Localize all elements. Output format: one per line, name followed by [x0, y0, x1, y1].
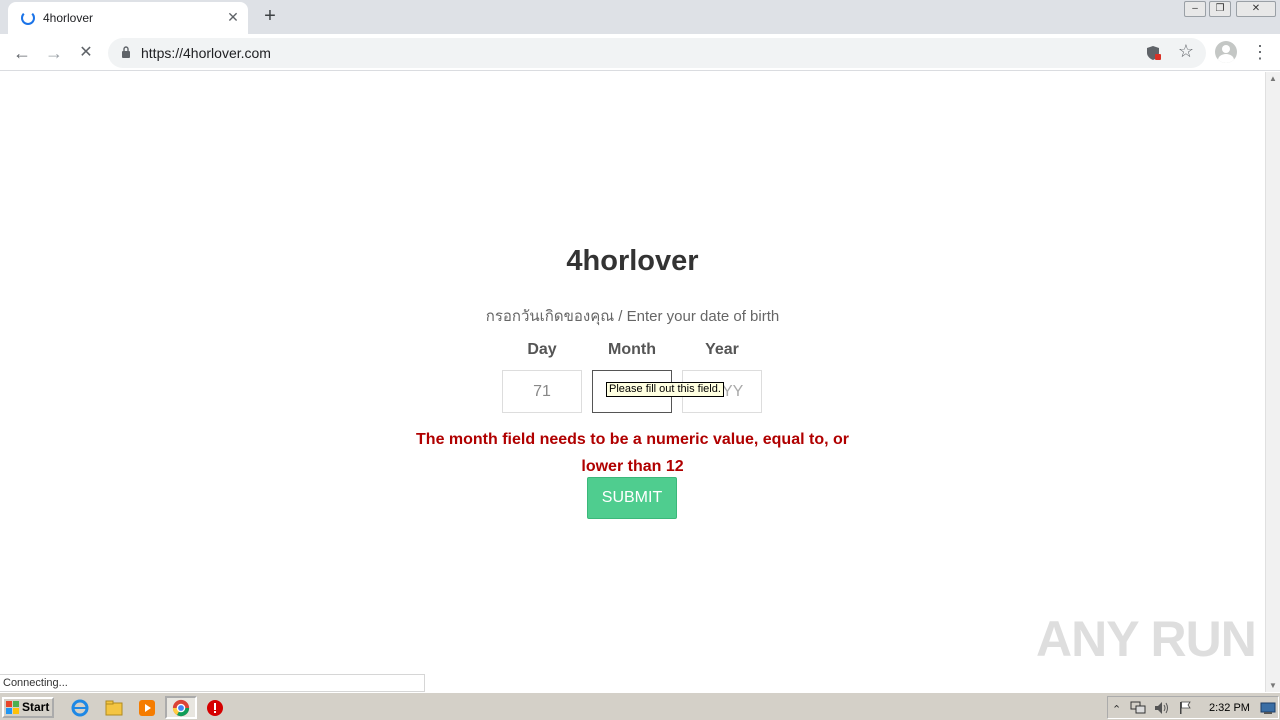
start-label: Start: [22, 700, 50, 714]
back-button[interactable]: ←: [10, 41, 34, 65]
security-app-icon[interactable]: [205, 698, 225, 718]
windows-taskbar: Start ⌃ 2:32 PM: [0, 692, 1280, 720]
start-button[interactable]: Start: [2, 697, 54, 718]
status-bubble: Connecting...: [0, 674, 425, 692]
address-bar[interactable]: https://4horlover.com ☆: [108, 38, 1206, 68]
action-center-flag-icon[interactable]: [1178, 701, 1192, 715]
restore-button[interactable]: ❐: [1209, 1, 1231, 17]
system-tray: ⌃ 2:32 PM: [1107, 696, 1279, 719]
scroll-down-icon[interactable]: ▼: [1269, 681, 1277, 690]
tab-strip: 4horlover ✕ + ‒ ❐ ✕: [0, 0, 1280, 34]
chrome-icon: [172, 699, 190, 717]
bookmark-star-icon[interactable]: ☆: [1178, 41, 1194, 62]
page-subtitle: กรอกวันเกิดของคุณ / Enter your date of b…: [485, 308, 780, 325]
day-input[interactable]: 71: [502, 370, 582, 413]
profile-avatar-icon[interactable]: [1215, 41, 1237, 63]
internet-explorer-icon[interactable]: [70, 698, 90, 718]
url-text[interactable]: https://4horlover.com: [141, 45, 271, 61]
network-icon[interactable]: [1130, 701, 1146, 715]
loading-spinner-icon: [21, 11, 35, 25]
blocked-content-icon[interactable]: [1146, 45, 1162, 61]
error-line-2: lower than 12: [581, 458, 684, 475]
tab-title: 4horlover: [43, 11, 94, 25]
page-title: 4horlover: [566, 245, 699, 277]
windows-flag-icon: [6, 701, 19, 714]
month-label: Month: [608, 341, 656, 358]
window-close-button[interactable]: ✕: [1236, 1, 1276, 17]
forward-button[interactable]: →: [42, 41, 66, 65]
lock-icon: [122, 46, 130, 58]
error-line-1: The month field needs to be a numeric va…: [416, 431, 849, 448]
show-desktop-icon[interactable]: [1260, 701, 1276, 715]
tab-close-icon[interactable]: ✕: [224, 8, 242, 26]
minimize-button[interactable]: ‒: [1184, 1, 1206, 17]
day-label: Day: [527, 341, 557, 358]
error-message: The month field needs to be a numeric va…: [0, 426, 1265, 480]
taskbar-clock[interactable]: 2:32 PM: [1209, 702, 1250, 714]
year-label: Year: [705, 341, 739, 358]
submit-button[interactable]: SUBMIT: [587, 477, 677, 519]
validation-tooltip: Please fill out this field.: [606, 382, 724, 397]
anyrun-watermark: ANY RUN: [1036, 611, 1257, 667]
chrome-taskbar-button[interactable]: [165, 696, 197, 719]
stop-loading-button[interactable]: ✕: [74, 41, 98, 65]
dob-form: 4horlover กรอกวันเกิดของคุณ / Enter your…: [0, 72, 1265, 692]
vertical-scrollbar[interactable]: ▲ ▼: [1265, 72, 1280, 692]
browser-toolbar: ← → ✕ https://4horlover.com ☆ ⋮: [0, 34, 1280, 71]
file-explorer-icon[interactable]: [104, 698, 124, 718]
chrome-menu-button[interactable]: ⋮: [1251, 42, 1269, 62]
scroll-up-icon[interactable]: ▲: [1269, 74, 1277, 83]
new-tab-button[interactable]: +: [259, 6, 281, 28]
browser-tab[interactable]: 4horlover ✕: [8, 2, 248, 34]
volume-icon[interactable]: [1154, 701, 1170, 715]
show-hidden-icons[interactable]: ⌃: [1112, 703, 1121, 716]
media-player-icon[interactable]: [137, 698, 157, 718]
